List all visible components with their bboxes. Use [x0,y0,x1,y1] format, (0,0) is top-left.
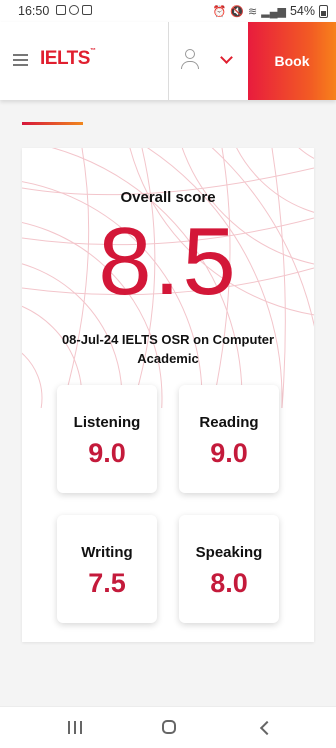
wifi-icon: ≋ [248,5,258,18]
user-icon[interactable] [180,49,200,71]
menu-icon[interactable] [13,54,28,66]
listening-score: 9.0 [88,438,126,468]
battery-percent: 54% [289,4,315,18]
chat-icon [69,5,79,15]
status-time: 16:50 [18,4,50,18]
test-info-line2: Academic [137,351,199,366]
book-button[interactable]: Book [248,22,336,100]
speaking-label: Speaking [195,544,263,561]
alarm-icon: ⏰ [212,5,227,18]
recents-icon[interactable] [68,721,82,734]
writing-tile: Writing 7.5 [57,515,157,623]
speaking-tile: Speaking 8.0 [179,515,279,623]
back-icon[interactable] [259,720,275,736]
reading-tile: Reading 9.0 [179,385,279,493]
test-info: 08-Jul-24 IELTS OSR on Computer Academic [52,330,284,368]
test-info-line1: 08-Jul-24 IELTS OSR on Computer [61,332,275,347]
score-card: Overall score 8.5 08-Jul-24 IELTS OSR on… [22,148,314,642]
ielts-logo[interactable]: IELTS™ [40,48,96,70]
gallery-icon [56,5,66,15]
writing-label: Writing [81,544,133,561]
notification-icons [56,5,92,15]
overall-score-value: 8.5 [98,208,238,315]
status-bar: 16:50 ⏰ 🔇 ≋ ▂▄▆ 54% [0,0,336,22]
reading-label: Reading [199,414,259,431]
chevron-down-icon[interactable] [220,51,233,64]
app-icon [82,5,92,15]
mute-icon: 🔇 [230,5,245,18]
overall-score-label: Overall score [120,189,216,206]
listening-label: Listening [73,414,141,431]
reading-score: 9.0 [210,438,248,468]
header-divider [168,22,169,100]
signal-icon: ▂▄▆ [261,5,286,18]
app-header: IELTS™ Book [0,22,336,100]
listening-tile: Listening 9.0 [57,385,157,493]
speaking-score: 8.0 [210,568,248,598]
writing-score: 7.5 [88,568,126,598]
section-accent-line [22,122,83,125]
home-icon[interactable] [162,720,176,734]
battery-icon [319,4,328,18]
system-icons: ⏰ 🔇 ≋ ▂▄▆ 54% [213,4,328,18]
system-nav-bar [0,706,336,748]
